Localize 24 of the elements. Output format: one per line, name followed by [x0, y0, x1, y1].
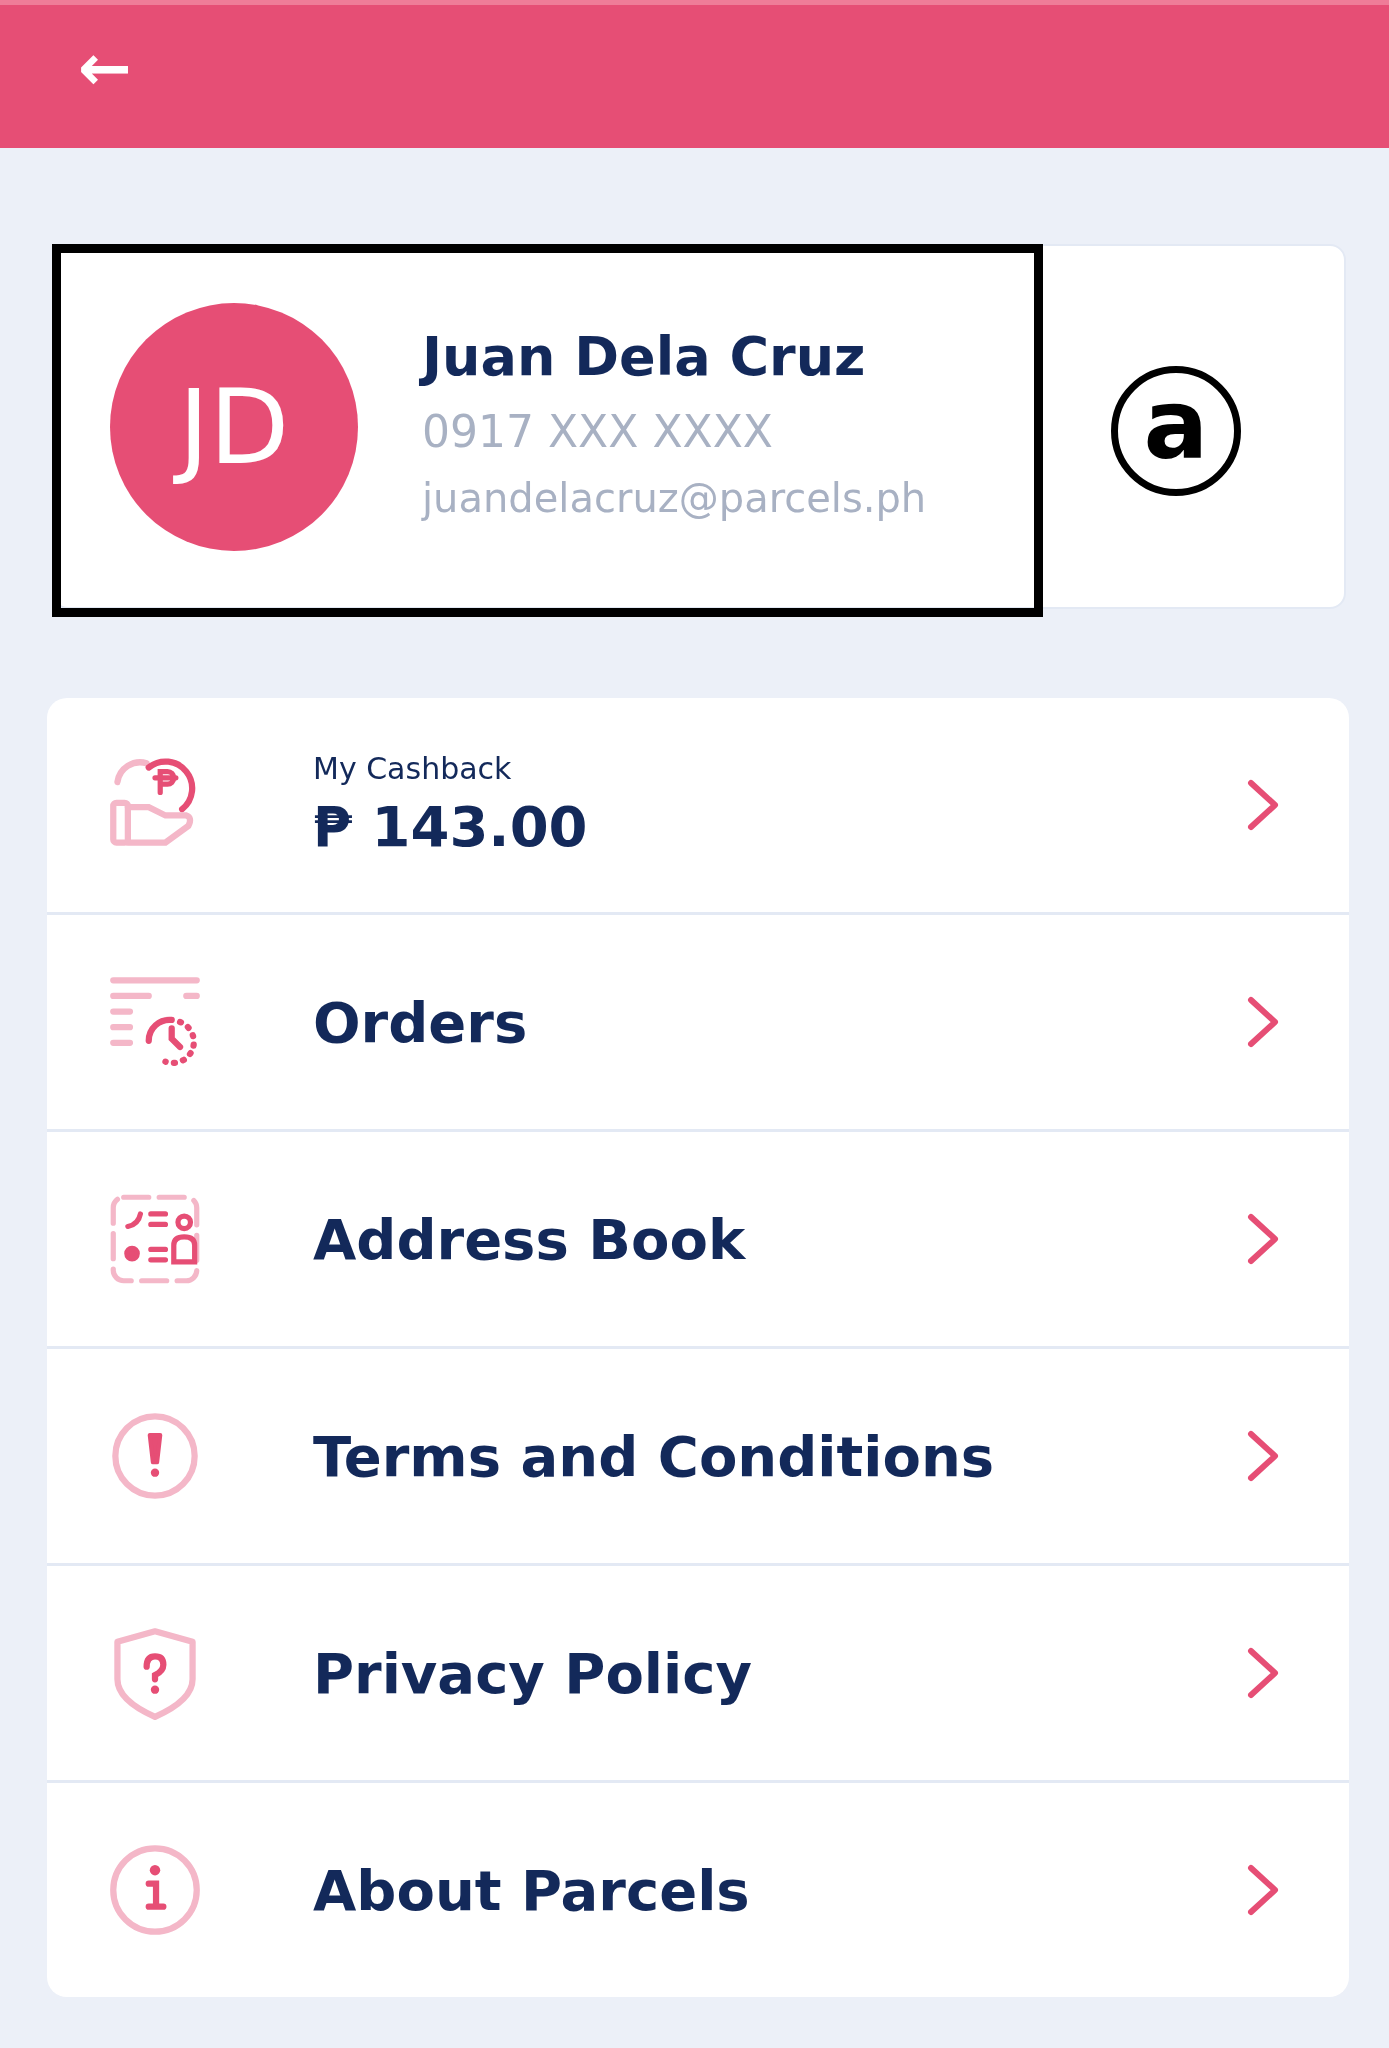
menu-item[interactable]: Privacy Policy	[47, 1566, 1349, 1780]
phone-number: 0917 XXX XXXX	[422, 405, 774, 457]
menu-label: Privacy Policy	[313, 1640, 752, 1706]
back-button[interactable]: ←	[70, 35, 140, 100]
info-circle-icon	[107, 1842, 203, 1938]
email-address: juandelacruz@parcels.ph	[422, 474, 927, 521]
chevron-right-icon	[1245, 1211, 1281, 1267]
chevron-right-icon	[1245, 1645, 1281, 1701]
menu-item[interactable]: About Parcels	[47, 1783, 1349, 1997]
menu-item[interactable]: Orders	[47, 915, 1349, 1129]
menu-label: About Parcels	[313, 1857, 750, 1923]
menu-item[interactable]: Terms and Conditions	[47, 1349, 1349, 1563]
cashback-amount: ₱ 143.00	[313, 794, 588, 859]
avatar: JD	[110, 302, 358, 551]
menu-label: Terms and Conditions	[313, 1423, 995, 1489]
chevron-right-icon	[1245, 1862, 1281, 1918]
chevron-right-icon	[1245, 777, 1281, 833]
cashback-label: My Cashback	[313, 751, 513, 786]
menu-label: Orders	[313, 989, 528, 1055]
chevron-right-icon	[1245, 994, 1281, 1050]
chevron-right-icon	[1245, 1428, 1281, 1484]
menu-item[interactable]: Address Book	[47, 1132, 1349, 1346]
menu-label: Address Book	[313, 1206, 746, 1272]
menu-item[interactable]: My Cashback ₱ 143.00	[47, 698, 1349, 912]
